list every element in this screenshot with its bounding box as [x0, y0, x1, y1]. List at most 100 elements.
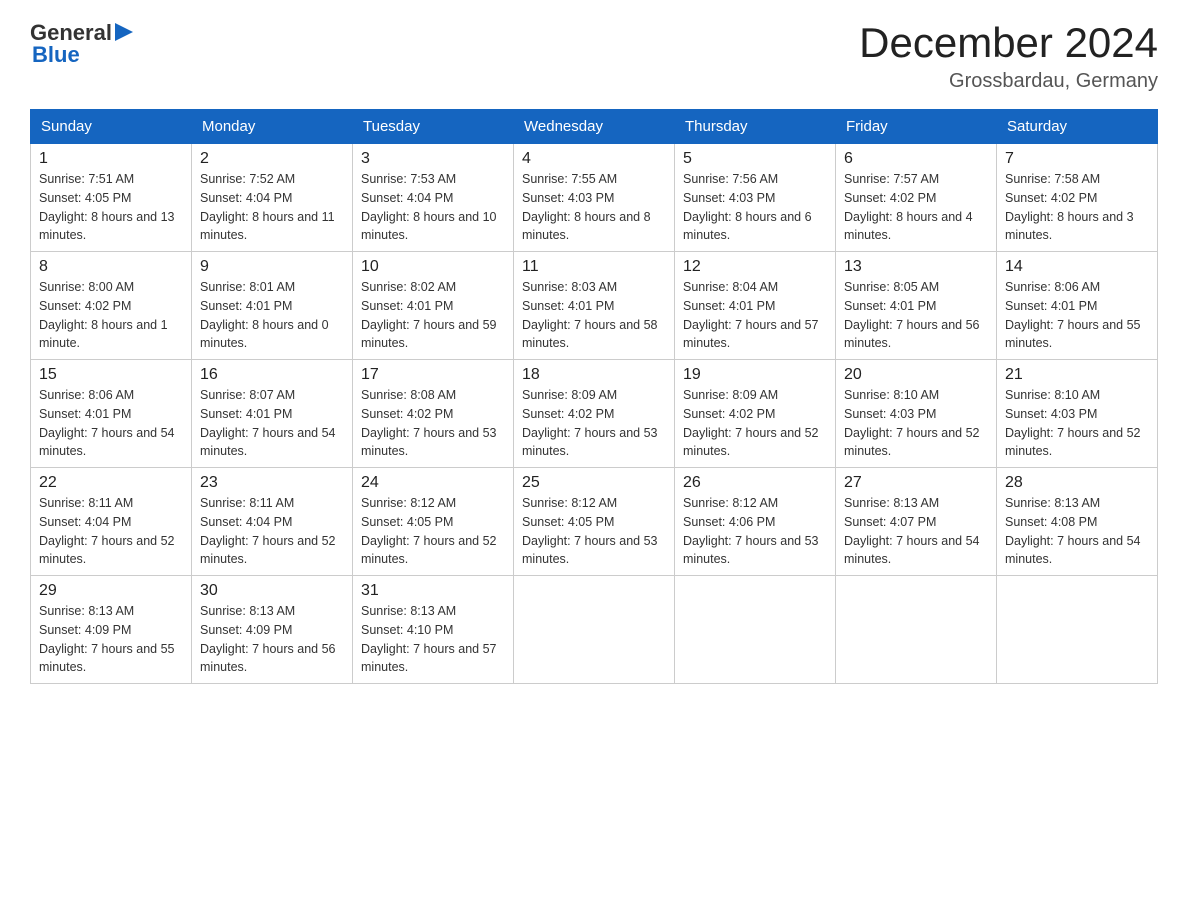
header-monday: Monday: [192, 110, 353, 144]
day-number: 13: [844, 258, 988, 276]
table-row: 21 Sunrise: 8:10 AM Sunset: 4:03 PM Dayl…: [997, 360, 1158, 468]
day-number: 16: [200, 366, 344, 384]
day-info: Sunrise: 8:13 AM Sunset: 4:10 PM Dayligh…: [361, 602, 505, 677]
day-info: Sunrise: 8:05 AM Sunset: 4:01 PM Dayligh…: [844, 278, 988, 353]
title-section: December 2024 Grossbardau, Germany: [859, 20, 1158, 93]
day-number: 11: [522, 258, 666, 276]
day-number: 8: [39, 258, 183, 276]
day-info: Sunrise: 8:11 AM Sunset: 4:04 PM Dayligh…: [200, 494, 344, 569]
day-info: Sunrise: 8:10 AM Sunset: 4:03 PM Dayligh…: [1005, 386, 1149, 461]
page-title: December 2024: [859, 20, 1158, 66]
table-row: 16 Sunrise: 8:07 AM Sunset: 4:01 PM Dayl…: [192, 360, 353, 468]
day-info: Sunrise: 8:13 AM Sunset: 4:09 PM Dayligh…: [200, 602, 344, 677]
table-row: 18 Sunrise: 8:09 AM Sunset: 4:02 PM Dayl…: [514, 360, 675, 468]
table-row: 17 Sunrise: 8:08 AM Sunset: 4:02 PM Dayl…: [353, 360, 514, 468]
day-number: 7: [1005, 150, 1149, 168]
day-info: Sunrise: 8:02 AM Sunset: 4:01 PM Dayligh…: [361, 278, 505, 353]
day-info: Sunrise: 8:06 AM Sunset: 4:01 PM Dayligh…: [1005, 278, 1149, 353]
page-subtitle: Grossbardau, Germany: [859, 70, 1158, 93]
table-row: 8 Sunrise: 8:00 AM Sunset: 4:02 PM Dayli…: [31, 252, 192, 360]
day-info: Sunrise: 8:03 AM Sunset: 4:01 PM Dayligh…: [522, 278, 666, 353]
table-row: [836, 576, 997, 684]
header-tuesday: Tuesday: [353, 110, 514, 144]
day-number: 24: [361, 474, 505, 492]
table-row: 2 Sunrise: 7:52 AM Sunset: 4:04 PM Dayli…: [192, 144, 353, 252]
day-info: Sunrise: 8:09 AM Sunset: 4:02 PM Dayligh…: [683, 386, 827, 461]
table-row: 15 Sunrise: 8:06 AM Sunset: 4:01 PM Dayl…: [31, 360, 192, 468]
day-number: 14: [1005, 258, 1149, 276]
day-number: 12: [683, 258, 827, 276]
day-number: 10: [361, 258, 505, 276]
day-info: Sunrise: 7:57 AM Sunset: 4:02 PM Dayligh…: [844, 170, 988, 245]
table-row: 7 Sunrise: 7:58 AM Sunset: 4:02 PM Dayli…: [997, 144, 1158, 252]
day-number: 15: [39, 366, 183, 384]
table-row: 26 Sunrise: 8:12 AM Sunset: 4:06 PM Dayl…: [675, 468, 836, 576]
logo-triangle-icon: [115, 23, 133, 41]
header-saturday: Saturday: [997, 110, 1158, 144]
calendar-table: Sunday Monday Tuesday Wednesday Thursday…: [30, 109, 1158, 684]
table-row: 25 Sunrise: 8:12 AM Sunset: 4:05 PM Dayl…: [514, 468, 675, 576]
table-row: 28 Sunrise: 8:13 AM Sunset: 4:08 PM Dayl…: [997, 468, 1158, 576]
table-row: 10 Sunrise: 8:02 AM Sunset: 4:01 PM Dayl…: [353, 252, 514, 360]
day-number: 4: [522, 150, 666, 168]
table-row: 13 Sunrise: 8:05 AM Sunset: 4:01 PM Dayl…: [836, 252, 997, 360]
day-number: 22: [39, 474, 183, 492]
day-number: 23: [200, 474, 344, 492]
day-info: Sunrise: 8:06 AM Sunset: 4:01 PM Dayligh…: [39, 386, 183, 461]
table-row: 22 Sunrise: 8:11 AM Sunset: 4:04 PM Dayl…: [31, 468, 192, 576]
day-info: Sunrise: 8:13 AM Sunset: 4:08 PM Dayligh…: [1005, 494, 1149, 569]
day-info: Sunrise: 8:13 AM Sunset: 4:09 PM Dayligh…: [39, 602, 183, 677]
day-number: 31: [361, 582, 505, 600]
calendar-week-row: 8 Sunrise: 8:00 AM Sunset: 4:02 PM Dayli…: [31, 252, 1158, 360]
table-row: 24 Sunrise: 8:12 AM Sunset: 4:05 PM Dayl…: [353, 468, 514, 576]
table-row: 11 Sunrise: 8:03 AM Sunset: 4:01 PM Dayl…: [514, 252, 675, 360]
table-row: 3 Sunrise: 7:53 AM Sunset: 4:04 PM Dayli…: [353, 144, 514, 252]
header-wednesday: Wednesday: [514, 110, 675, 144]
table-row: [514, 576, 675, 684]
table-row: 5 Sunrise: 7:56 AM Sunset: 4:03 PM Dayli…: [675, 144, 836, 252]
day-number: 28: [1005, 474, 1149, 492]
day-info: Sunrise: 7:55 AM Sunset: 4:03 PM Dayligh…: [522, 170, 666, 245]
day-info: Sunrise: 8:10 AM Sunset: 4:03 PM Dayligh…: [844, 386, 988, 461]
table-row: 1 Sunrise: 7:51 AM Sunset: 4:05 PM Dayli…: [31, 144, 192, 252]
day-info: Sunrise: 8:00 AM Sunset: 4:02 PM Dayligh…: [39, 278, 183, 353]
table-row: [997, 576, 1158, 684]
table-row: 27 Sunrise: 8:13 AM Sunset: 4:07 PM Dayl…: [836, 468, 997, 576]
day-info: Sunrise: 8:01 AM Sunset: 4:01 PM Dayligh…: [200, 278, 344, 353]
day-number: 6: [844, 150, 988, 168]
day-number: 30: [200, 582, 344, 600]
day-info: Sunrise: 8:11 AM Sunset: 4:04 PM Dayligh…: [39, 494, 183, 569]
table-row: 31 Sunrise: 8:13 AM Sunset: 4:10 PM Dayl…: [353, 576, 514, 684]
day-info: Sunrise: 7:58 AM Sunset: 4:02 PM Dayligh…: [1005, 170, 1149, 245]
day-info: Sunrise: 8:09 AM Sunset: 4:02 PM Dayligh…: [522, 386, 666, 461]
calendar-week-row: 15 Sunrise: 8:06 AM Sunset: 4:01 PM Dayl…: [31, 360, 1158, 468]
header-friday: Friday: [836, 110, 997, 144]
calendar-week-row: 22 Sunrise: 8:11 AM Sunset: 4:04 PM Dayl…: [31, 468, 1158, 576]
day-info: Sunrise: 7:56 AM Sunset: 4:03 PM Dayligh…: [683, 170, 827, 245]
table-row: 19 Sunrise: 8:09 AM Sunset: 4:02 PM Dayl…: [675, 360, 836, 468]
day-number: 9: [200, 258, 344, 276]
table-row: 30 Sunrise: 8:13 AM Sunset: 4:09 PM Dayl…: [192, 576, 353, 684]
calendar-week-row: 1 Sunrise: 7:51 AM Sunset: 4:05 PM Dayli…: [31, 144, 1158, 252]
day-info: Sunrise: 7:52 AM Sunset: 4:04 PM Dayligh…: [200, 170, 344, 245]
day-number: 25: [522, 474, 666, 492]
day-number: 18: [522, 366, 666, 384]
day-info: Sunrise: 8:12 AM Sunset: 4:06 PM Dayligh…: [683, 494, 827, 569]
table-row: 29 Sunrise: 8:13 AM Sunset: 4:09 PM Dayl…: [31, 576, 192, 684]
day-info: Sunrise: 8:12 AM Sunset: 4:05 PM Dayligh…: [522, 494, 666, 569]
day-number: 27: [844, 474, 988, 492]
page-header: General Blue December 2024 Grossbardau, …: [30, 20, 1158, 93]
table-row: 9 Sunrise: 8:01 AM Sunset: 4:01 PM Dayli…: [192, 252, 353, 360]
day-info: Sunrise: 8:12 AM Sunset: 4:05 PM Dayligh…: [361, 494, 505, 569]
day-info: Sunrise: 7:51 AM Sunset: 4:05 PM Dayligh…: [39, 170, 183, 245]
calendar-header-row: Sunday Monday Tuesday Wednesday Thursday…: [31, 110, 1158, 144]
day-info: Sunrise: 7:53 AM Sunset: 4:04 PM Dayligh…: [361, 170, 505, 245]
day-number: 19: [683, 366, 827, 384]
day-number: 3: [361, 150, 505, 168]
day-number: 1: [39, 150, 183, 168]
day-info: Sunrise: 8:04 AM Sunset: 4:01 PM Dayligh…: [683, 278, 827, 353]
table-row: 4 Sunrise: 7:55 AM Sunset: 4:03 PM Dayli…: [514, 144, 675, 252]
day-number: 5: [683, 150, 827, 168]
table-row: 14 Sunrise: 8:06 AM Sunset: 4:01 PM Dayl…: [997, 252, 1158, 360]
day-number: 2: [200, 150, 344, 168]
